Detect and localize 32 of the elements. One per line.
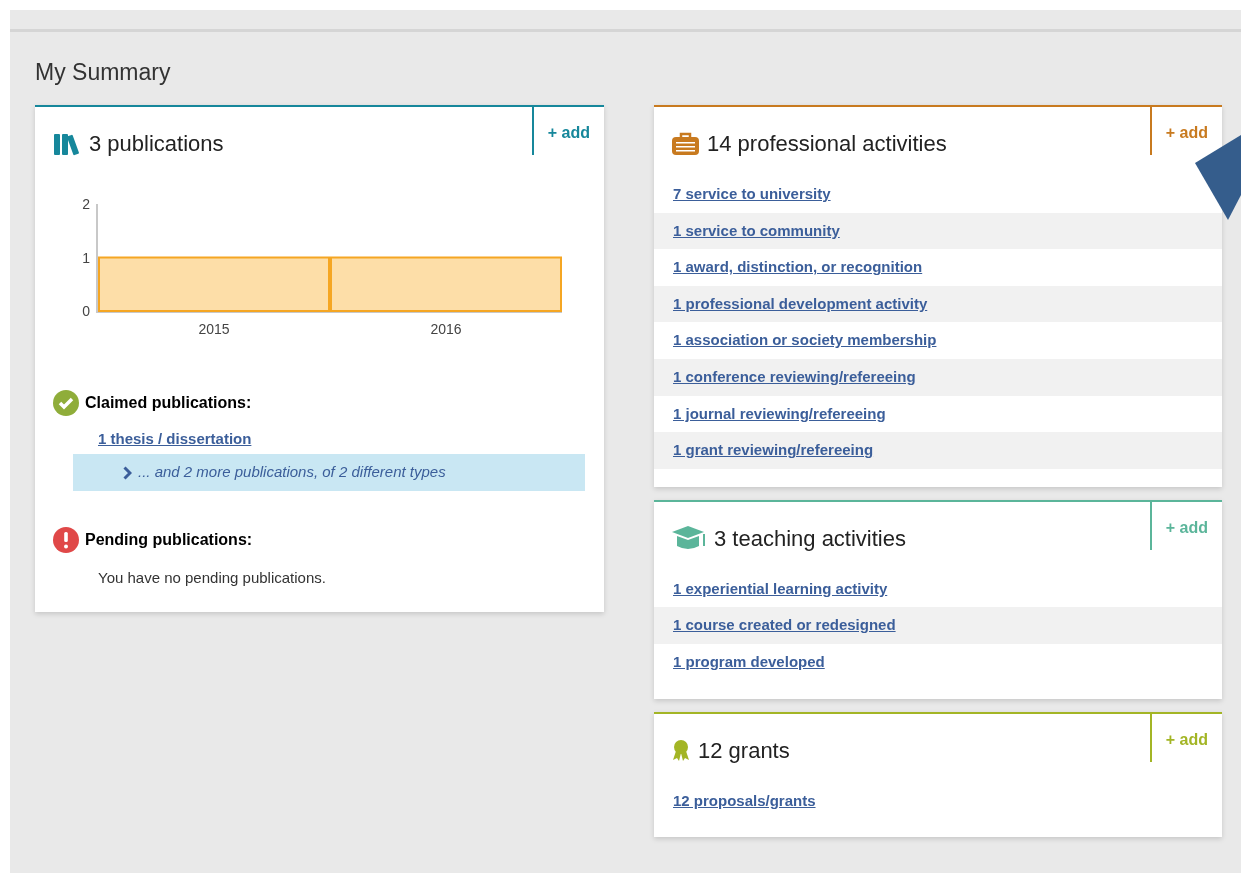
chevron-right-icon [123, 465, 132, 480]
axis-label: 2015 [198, 321, 230, 337]
publication-type-link[interactable]: 1 thesis / dissertation [98, 427, 252, 451]
graduation-cap-icon [672, 526, 706, 551]
axis-label: 0 [82, 303, 90, 319]
activity-link[interactable]: 12 proposals/grants [673, 789, 816, 813]
award-icon [672, 739, 690, 762]
briefcase-icon [672, 132, 699, 155]
activity-link[interactable]: 1 journal reviewing/refereeing [673, 402, 886, 426]
add-button[interactable]: + add [1151, 107, 1222, 145]
activity-link[interactable]: 1 experiential learning activity [673, 577, 888, 601]
axis-label: 2016 [430, 321, 462, 337]
card-title: 12 grants [698, 736, 790, 765]
axis-label: 1 [82, 249, 90, 266]
page-title: My Summary [35, 58, 172, 87]
activity-link[interactable]: 7 service to university [673, 183, 831, 206]
activity-link[interactable]: 1 award, distinction, or recognition [673, 256, 923, 279]
activity-link[interactable]: 1 service to community [673, 219, 840, 243]
more-publications-row[interactable]: ... and 2 more publications, of 2 different types [73, 454, 585, 491]
axis-label: 2 [82, 196, 90, 212]
card-title: 3 teaching activities [714, 524, 906, 553]
add-button[interactable]: + add [533, 107, 604, 145]
section-label: Pending publications: [85, 530, 253, 550]
activity-link[interactable]: 1 program developed [673, 651, 825, 674]
books-icon [53, 131, 81, 156]
section-label: Claimed publications: [85, 393, 252, 413]
activity-link[interactable]: 1 association or society membership [673, 329, 937, 352]
empty-message: You have no pending publications. [97, 568, 327, 588]
card-title: 14 professional activities [707, 130, 947, 158]
card-title: 3 publications [89, 130, 224, 158]
check-circle-icon [53, 390, 79, 416]
alert-circle-icon [53, 527, 79, 553]
